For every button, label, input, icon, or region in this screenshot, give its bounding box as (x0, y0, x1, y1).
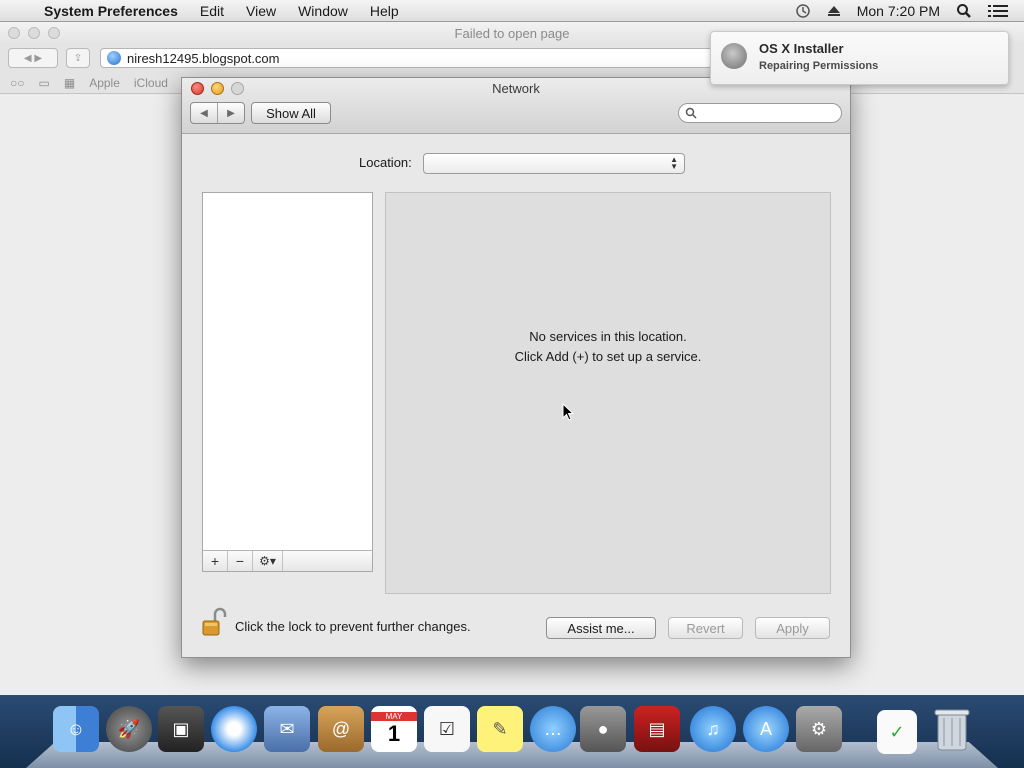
safari-window-controls (8, 27, 60, 39)
show-all-button[interactable]: Show All (251, 102, 331, 124)
launchpad-icon[interactable]: 🚀 (106, 706, 152, 752)
installer-notification[interactable]: OS X Installer Repairing Permissions (710, 31, 1009, 85)
search-icon (685, 107, 697, 119)
menu-bar: System Preferences Edit View Window Help… (0, 0, 1024, 22)
add-service-button[interactable]: + (203, 551, 228, 571)
share-icon[interactable]: ⇪ (66, 48, 90, 68)
back-arrow-icon[interactable]: ◀ (191, 103, 218, 123)
reading-list-icon[interactable]: ○○ (10, 76, 25, 90)
contacts-icon[interactable]: @ (318, 706, 364, 752)
search-field[interactable] (678, 103, 842, 123)
menu-app-name[interactable]: System Preferences (44, 3, 178, 19)
assist-me-button[interactable]: Assist me... (546, 617, 656, 639)
calendar-icon[interactable]: MAY 1 (371, 706, 417, 752)
unlocked-lock-icon[interactable] (202, 607, 228, 637)
safari-minimize-button[interactable] (28, 27, 40, 39)
eject-icon[interactable] (827, 4, 841, 18)
apply-button[interactable]: Apply (755, 617, 830, 639)
notification-subtitle: Repairing Permissions (759, 60, 879, 72)
photo-booth-icon[interactable]: ▤ (634, 706, 680, 752)
itunes-icon[interactable]: ♫ (690, 706, 736, 752)
safari-page-title: Failed to open page (454, 25, 570, 41)
dock: ☺ 🚀 ▣ ⊕ ✉ @ MAY 1 ☑ ✎ … ● ▤ ♫ A ⚙ ✓ (0, 702, 1024, 760)
system-preferences-icon[interactable]: ⚙ (796, 706, 842, 752)
forward-arrow-icon[interactable]: ▶ (218, 103, 244, 123)
calendar-day: 1 (387, 720, 401, 746)
top-sites-grid-icon[interactable]: ▦ (64, 76, 75, 90)
bookmarks-book-icon[interactable]: ▭ (39, 76, 50, 90)
safari-back-forward[interactable]: ◀ ▶ (8, 48, 58, 68)
address-bar[interactable]: niresh12495.blogspot.com (100, 48, 740, 68)
reminders-icon[interactable]: ☑ (424, 706, 470, 752)
remove-service-button[interactable]: − (228, 551, 253, 571)
menu-edit[interactable]: Edit (200, 3, 224, 19)
service-list-toolbar: + − ⚙▾ (203, 550, 372, 571)
empty-state-message: No services in this location. Click Add … (386, 327, 830, 367)
menu-window[interactable]: Window (298, 3, 348, 19)
finder-icon[interactable]: ☺ (53, 706, 99, 752)
notification-title: OS X Installer (759, 41, 844, 56)
revert-button[interactable]: Revert (668, 617, 743, 639)
image-capture-icon[interactable]: ▣ (158, 706, 204, 752)
time-machine-icon[interactable] (795, 3, 811, 19)
safari-zoom-button[interactable] (48, 27, 60, 39)
empty-message-line1: No services in this location. (529, 329, 687, 344)
service-list[interactable]: + − ⚙▾ (202, 192, 373, 572)
popup-arrows-icon: ▲ ▼ (670, 155, 678, 171)
service-action-gear-icon[interactable]: ⚙▾ (253, 551, 283, 571)
trash-icon[interactable] (929, 706, 975, 752)
facetime-icon[interactable]: ● (580, 706, 626, 752)
safari-close-button[interactable] (8, 27, 20, 39)
calendar-month: MAY (371, 711, 417, 721)
messages-icon[interactable]: … (530, 706, 576, 752)
network-titlebar: Network ◀ ▶ Show All (182, 78, 850, 134)
safari-icon[interactable]: ⊕ (211, 706, 257, 752)
network-preferences-window: Network ◀ ▶ Show All Location: ▲ ▼ + − ⚙▾… (181, 77, 851, 658)
notes-icon[interactable]: ✎ (477, 706, 523, 752)
mouse-cursor-icon (562, 403, 574, 421)
spotlight-search-icon[interactable] (956, 3, 972, 19)
menu-view[interactable]: View (246, 3, 276, 19)
bookmark-apple[interactable]: Apple (89, 76, 120, 90)
globe-icon (107, 51, 121, 65)
document-icon[interactable]: ✓ (877, 710, 917, 754)
service-detail-pane: No services in this location. Click Add … (385, 192, 831, 594)
mail-icon[interactable]: ✉ (264, 706, 310, 752)
installer-icon (721, 43, 747, 69)
back-forward-control: ◀ ▶ (190, 102, 245, 124)
menu-clock[interactable]: Mon 7:20 PM (857, 3, 940, 19)
location-popup[interactable]: ▲ ▼ (423, 153, 685, 174)
bookmark-icloud[interactable]: iCloud (134, 76, 168, 90)
lock-message: Click the lock to prevent further change… (235, 619, 471, 634)
menu-help[interactable]: Help (370, 3, 399, 19)
empty-message-line2: Click Add (+) to set up a service. (514, 349, 702, 364)
address-url: niresh12495.blogspot.com (127, 50, 280, 66)
notification-center-icon[interactable] (988, 3, 1008, 19)
app-store-icon[interactable]: A (743, 706, 789, 752)
location-label: Location: (359, 155, 412, 170)
